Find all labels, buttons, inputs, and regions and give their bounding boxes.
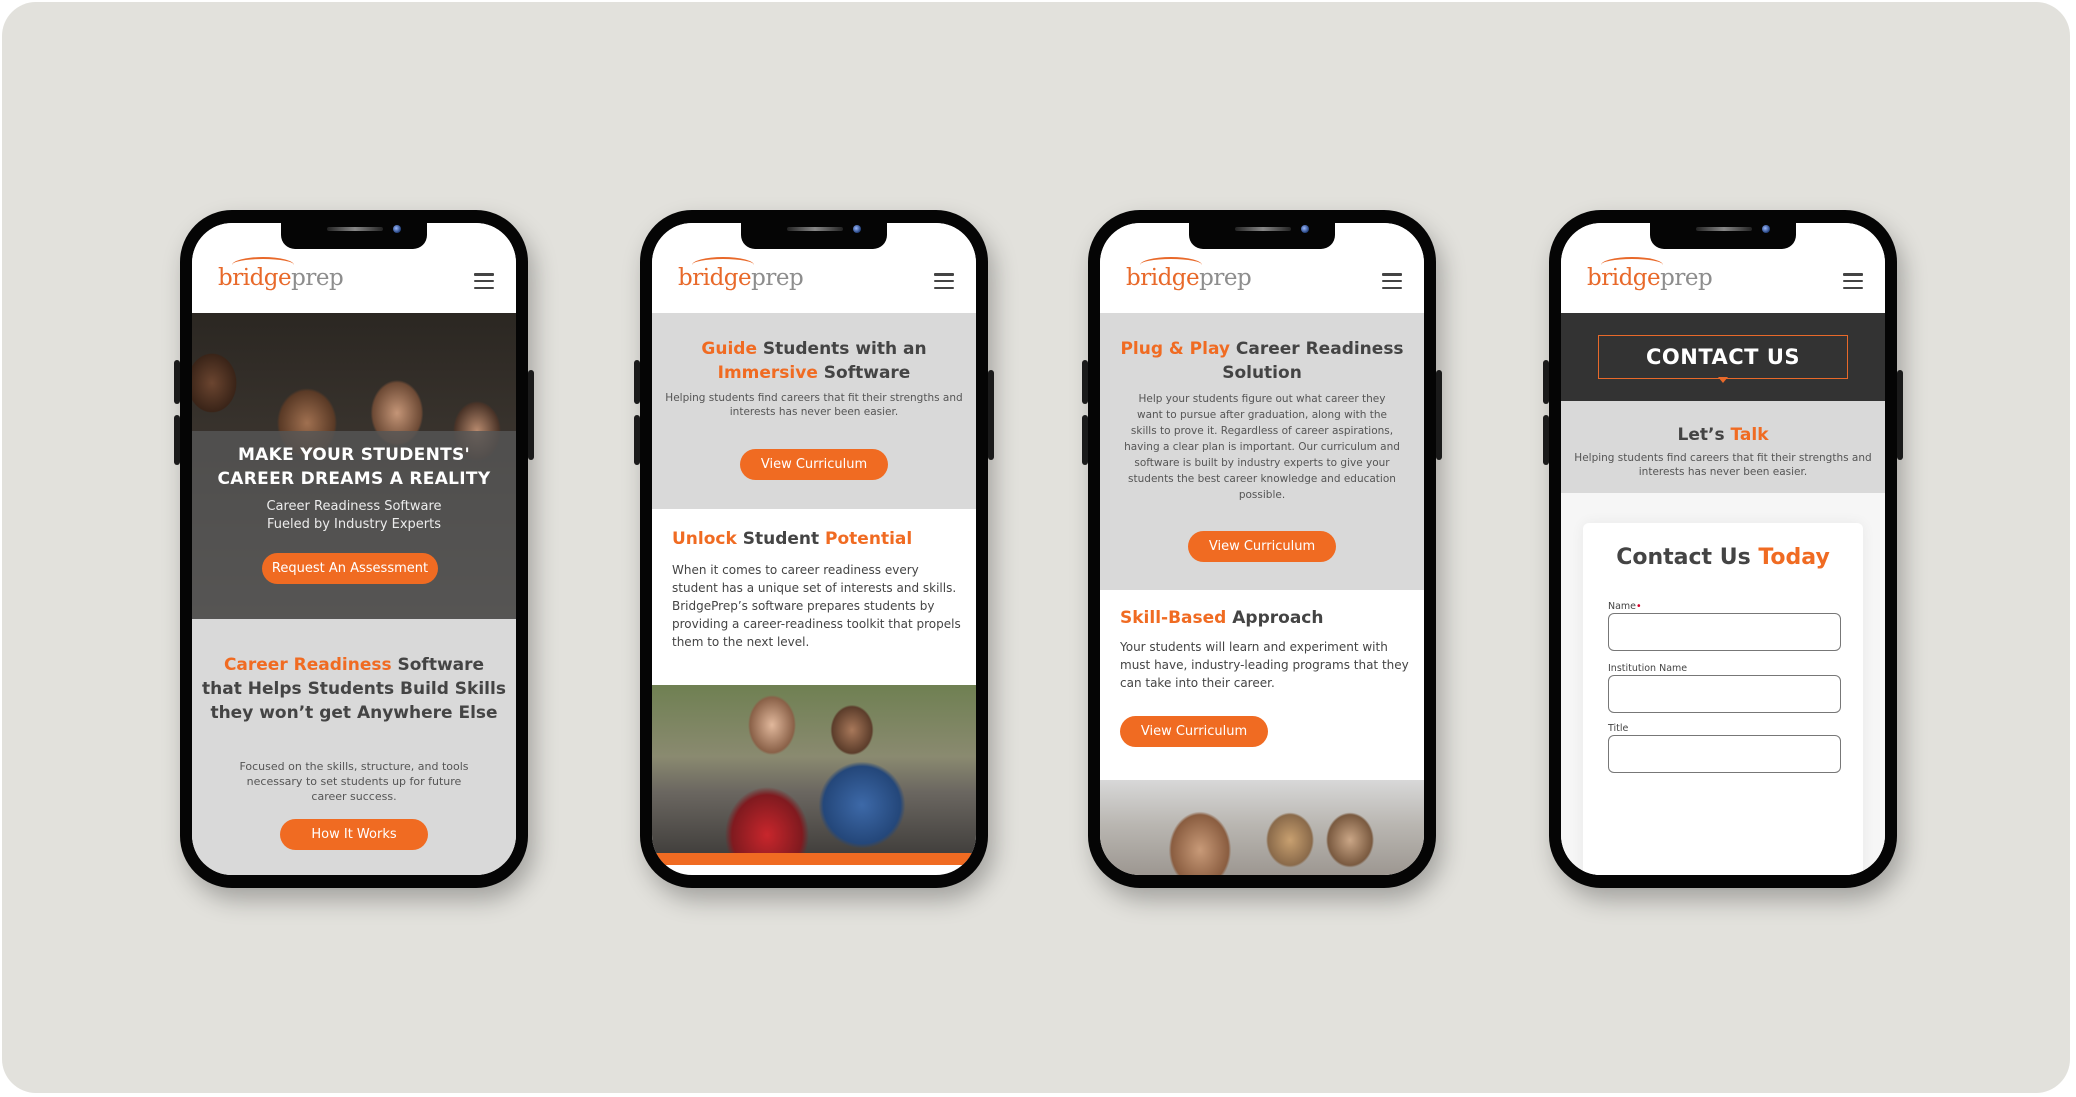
form-title: Contact Us Today <box>1616 545 1830 570</box>
volume-up-button <box>174 360 180 404</box>
volume-down-button <box>1543 415 1549 465</box>
power-button <box>528 370 534 460</box>
caret-down-icon <box>1718 377 1728 383</box>
phone-screen: bridgeprep Guide Students with an Immers… <box>652 223 976 875</box>
hamburger-menu-icon[interactable] <box>474 273 494 289</box>
notch <box>741 223 887 249</box>
institution-name-input[interactable] <box>1608 675 1841 713</box>
section-paragraph: Help your students figure out what caree… <box>1124 393 1400 501</box>
title-input[interactable] <box>1608 735 1841 773</box>
speaker-icon <box>787 227 843 231</box>
hero-section: MAKE YOUR STUDENTS' CAREER DREAMS A REAL… <box>192 313 516 619</box>
section-paragraph: Helping students find careers that fit t… <box>665 392 963 418</box>
phone-curriculum: bridgeprep Guide Students with an Immers… <box>634 210 994 888</box>
mockup-background: bridgeprep MAKE YOUR STUDENTS' CAREER DR… <box>2 2 2070 1093</box>
career-readiness-section: Career Readiness Software that Helps Stu… <box>192 619 516 875</box>
lets-talk-section: Let’s Talk Helping students find careers… <box>1561 401 1885 493</box>
guide-students-section: Guide Students with an Immersive Softwar… <box>652 313 976 509</box>
section-title: Let’s Talk <box>1677 425 1769 445</box>
notch <box>1650 223 1796 249</box>
unlock-potential-section: Unlock Student Potential When it comes t… <box>652 509 976 685</box>
section-title: Plug & Play Career Readiness Solution <box>1120 339 1404 383</box>
institution-name-label: Institution Name <box>1608 663 1688 674</box>
skill-based-section: Skill-Based Approach Your students will … <box>1100 590 1424 780</box>
bridgeprep-logo[interactable]: bridgeprep <box>1587 265 1713 291</box>
phone-contact: bridgeprep CONTACT US Let’s Talk Helping… <box>1543 210 1903 888</box>
hero-subtitle: Career Readiness Software Fueled by Indu… <box>266 499 442 532</box>
section-paragraph: Focused on the skills, structure, and to… <box>239 760 469 803</box>
section-title: Unlock Student Potential <box>672 529 913 549</box>
view-curriculum-button[interactable]: View Curriculum <box>740 449 888 480</box>
view-curriculum-button[interactable]: View Curriculum <box>1120 716 1268 747</box>
hero-title: MAKE YOUR STUDENTS' CAREER DREAMS A REAL… <box>217 445 491 489</box>
power-button <box>1436 370 1442 460</box>
section-paragraph: Your students will learn and experiment … <box>1120 640 1409 690</box>
camera-icon <box>1762 225 1770 233</box>
students-laptop-photo <box>652 685 976 865</box>
contact-us-heading: CONTACT US <box>1598 335 1848 379</box>
volume-down-button <box>634 415 640 465</box>
volume-down-button <box>1082 415 1088 465</box>
required-indicator: • <box>1636 601 1642 612</box>
camera-icon <box>1301 225 1309 233</box>
hamburger-menu-icon[interactable] <box>1843 273 1863 289</box>
section-paragraph: When it comes to career readiness every … <box>672 563 961 649</box>
title-label: Title <box>1608 723 1629 734</box>
phone-home: bridgeprep MAKE YOUR STUDENTS' CAREER DR… <box>174 210 534 888</box>
hamburger-menu-icon[interactable] <box>934 273 954 289</box>
how-it-works-button[interactable]: How It Works <box>280 819 428 850</box>
volume-up-button <box>1082 360 1088 404</box>
section-title: Skill-Based Approach <box>1120 608 1324 628</box>
volume-up-button <box>1543 360 1549 404</box>
section-paragraph: Helping students find careers that fit t… <box>1574 452 1872 478</box>
volume-down-button <box>174 415 180 465</box>
phone-screen: bridgeprep Plug & Play Career Readiness … <box>1100 223 1424 875</box>
name-label: Name• <box>1608 601 1642 612</box>
contact-form-section: Contact Us Today Name• Institution Name … <box>1561 493 1885 875</box>
bridgeprep-logo[interactable]: bridgeprep <box>678 265 804 291</box>
phone-solution: bridgeprep Plug & Play Career Readiness … <box>1082 210 1442 888</box>
bridgeprep-logo[interactable]: bridgeprep <box>218 265 344 291</box>
notch <box>281 223 427 249</box>
phone-screen: bridgeprep CONTACT US Let’s Talk Helping… <box>1561 223 1885 875</box>
section-title: Career Readiness Software that Helps Stu… <box>202 655 506 723</box>
view-curriculum-button[interactable]: View Curriculum <box>1188 531 1336 562</box>
speaker-icon <box>1235 227 1291 231</box>
power-button <box>1897 370 1903 460</box>
notch <box>1189 223 1335 249</box>
request-assessment-button[interactable]: Request An Assessment <box>262 553 438 584</box>
speaker-icon <box>327 227 383 231</box>
camera-icon <box>853 225 861 233</box>
contact-banner: CONTACT US <box>1561 313 1885 401</box>
plug-and-play-section: Plug & Play Career Readiness Solution He… <box>1100 313 1424 590</box>
name-input[interactable] <box>1608 613 1841 651</box>
power-button <box>988 370 994 460</box>
classroom-student-photo <box>1100 780 1424 875</box>
speaker-icon <box>1696 227 1752 231</box>
phone-screen: bridgeprep MAKE YOUR STUDENTS' CAREER DR… <box>192 223 516 875</box>
volume-up-button <box>634 360 640 404</box>
contact-form-card: Contact Us Today Name• Institution Name … <box>1583 523 1863 875</box>
hamburger-menu-icon[interactable] <box>1382 273 1402 289</box>
camera-icon <box>393 225 401 233</box>
orange-footer-band <box>652 853 976 865</box>
section-title: Guide Students with an Immersive Softwar… <box>701 339 927 383</box>
bridgeprep-logo[interactable]: bridgeprep <box>1126 265 1252 291</box>
